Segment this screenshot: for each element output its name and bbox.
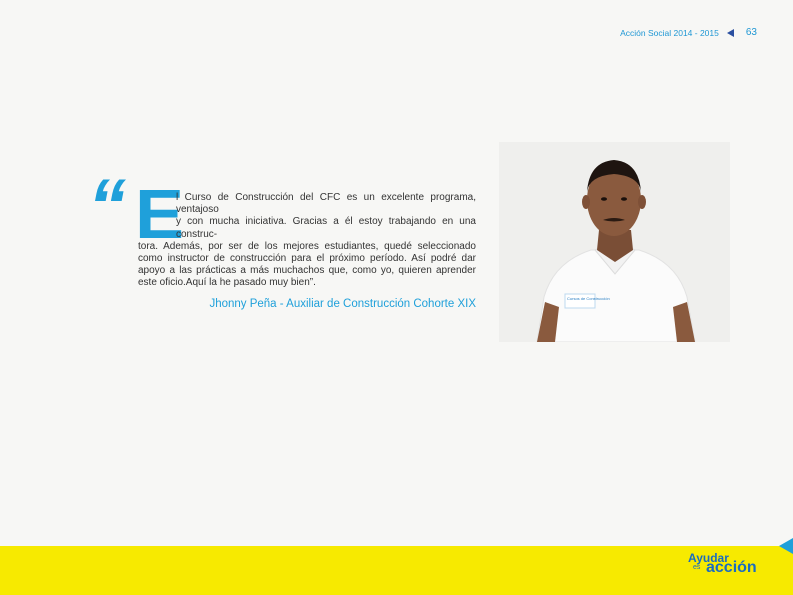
shirt-logo-text: Cursos de Construcción [567,296,610,301]
ayudar-es-accion-logo: Ayudar es acción [688,551,764,581]
quote-mark: “ [88,164,126,249]
logo-line-3: acción [706,559,757,576]
testimonial-line-1: l Curso de Construcción del CFC es un ex… [176,192,476,216]
portrait-illustration: Cursos de Construcción [499,142,730,342]
testimonial-rest: tora. Además, por ser de los mejores est… [138,240,476,289]
section-title: Acción Social 2014 - 2015 [620,27,719,38]
portrait-photo: Cursos de Construcción [499,142,730,342]
page-number: 63 [745,27,757,38]
testimonial-text: l Curso de Construcción del CFC es un ex… [138,192,476,290]
triangle-left-icon [726,28,734,37]
corner-triangle-icon [779,538,793,554]
logo-line-2: es [693,564,701,571]
footer-band [0,546,793,595]
testimonial-author: Jhonny Peña - Auxiliar de Construcción C… [209,298,476,310]
testimonial-line-2: y con mucha iniciativa. Gracias a él est… [176,216,476,240]
page-header: Acción Social 2014 - 2015 63 [620,27,757,38]
